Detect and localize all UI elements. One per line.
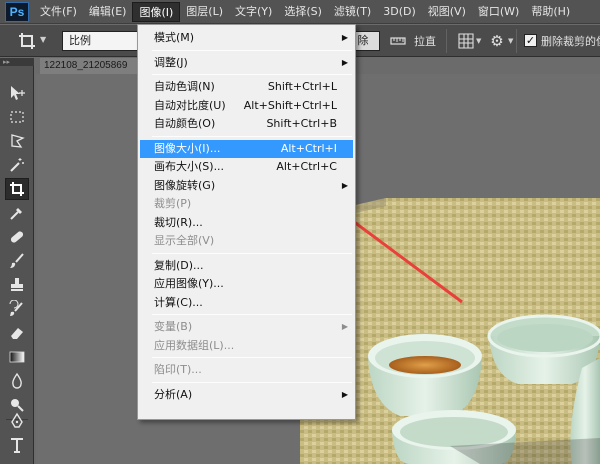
image-menu-item[interactable]: 自动色调(N) Shift+Ctrl+L [140, 78, 353, 96]
menu-item-shortcut: Alt+Shift+Ctrl+L [243, 98, 337, 112]
blur-tool-icon[interactable] [5, 370, 29, 392]
submenu-arrow-icon: ▶ [341, 180, 348, 190]
menu-separator [152, 357, 352, 358]
menu-3d[interactable]: 3D(D) [377, 2, 422, 22]
menu-item-label: 图像大小(I)... [154, 141, 221, 155]
magic-wand-tool-icon[interactable] [5, 154, 29, 176]
menu-item-label: 复制(D)... [154, 258, 204, 272]
image-menu-item[interactable]: 应用图像(Y)... [140, 275, 353, 293]
delete-cropped-checkbox[interactable]: ✓ [524, 34, 537, 47]
image-menu-item[interactable]: 计算(C)... [140, 294, 353, 312]
menu-window[interactable]: 窗口(W) [472, 2, 525, 22]
menu-help[interactable]: 帮助(H) [525, 2, 576, 22]
overlay-grid-icon[interactable] [458, 33, 474, 49]
crop-tool-icon[interactable] [5, 178, 29, 200]
image-menu-item: 应用数据组(L)... [140, 337, 353, 355]
marquee-tool-icon[interactable] [5, 106, 29, 128]
menu-item-label: 模式(M) [154, 31, 195, 44]
menu-edit[interactable]: 编辑(E) [83, 2, 133, 22]
menu-select[interactable]: 选择(S) [278, 2, 328, 22]
menu-separator [152, 314, 352, 315]
menu-item-shortcut: Shift+Ctrl+L [267, 80, 337, 93]
menu-bar: Ps 文件(F) 编辑(E) 图像(I) 图层(L) 文字(Y) 选择(S) 滤… [0, 0, 600, 24]
lasso-tool-icon[interactable] [5, 130, 29, 152]
eyedropper-tool-icon[interactable] [5, 202, 29, 224]
menu-item-label: 画布大小(S)... [154, 160, 225, 173]
gear-icon[interactable]: ⚙ [488, 32, 506, 50]
menu-item-shortcut: Alt+Ctrl+C [276, 160, 337, 173]
tools-panel: ▸▸ [0, 58, 34, 464]
menu-filter[interactable]: 滤镜(T) [328, 2, 377, 22]
document-tab[interactable]: 122108_21205869 [40, 58, 142, 74]
crop-tool-icon[interactable] [18, 32, 36, 50]
image-menu-item: 变量(B) ▶ [140, 318, 353, 336]
crop-ratio-select[interactable]: 比例 [62, 31, 138, 51]
menu-item-label: 自动色调(N) [154, 80, 215, 93]
panel-grip[interactable]: ▸▸ [0, 58, 34, 66]
menu-separator [152, 252, 352, 254]
submenu-arrow-icon: ▶ [341, 322, 348, 331]
gradient-tool-icon[interactable] [5, 346, 29, 368]
image-menu-item[interactable]: 分析(A) ▶ [140, 386, 353, 404]
clone-stamp-tool-icon[interactable] [5, 274, 29, 296]
image-menu-item[interactable]: 图像大小(I)... Alt+Ctrl+I [140, 139, 353, 158]
menu-layer[interactable]: 图层(L) [180, 2, 229, 22]
menu-item-label: 自动颜色(O) [154, 117, 216, 130]
eraser-tool-icon[interactable] [5, 322, 29, 344]
image-menu-item: 陷印(T)... [140, 361, 353, 379]
tool-preset-dropdown-icon[interactable]: ▼ [40, 35, 48, 44]
menu-view[interactable]: 视图(V) [422, 2, 472, 22]
menu-item-label: 裁切(R)... [154, 215, 203, 229]
menu-item-shortcut: Shift+Ctrl+B [266, 117, 337, 130]
move-tool-icon[interactable] [5, 82, 29, 104]
menu-item-label: 调整(J) [154, 55, 188, 69]
menu-item-label: 自动对比度(U) [154, 98, 226, 112]
image-menu-item: 显示全部(V) [140, 232, 353, 250]
menu-item-label: 显示全部(V) [154, 234, 215, 247]
pen-tool-icon[interactable] [5, 410, 29, 432]
image-menu-item[interactable]: 复制(D)... [140, 257, 353, 275]
menu-item-label: 计算(C)... [154, 295, 203, 309]
menu-separator [152, 135, 352, 137]
image-menu-dropdown: 模式(M) ▶ 调整(J) ▶ 自动色调(N) Shift+Ctrl+L 自动对比度(U) A… [137, 24, 356, 420]
submenu-arrow-icon: ▶ [341, 33, 348, 42]
menu-separator [152, 381, 352, 383]
menu-file[interactable]: 文件(F) [34, 2, 83, 22]
photoshop-logo-icon: Ps [0, 0, 34, 24]
options-divider [516, 29, 517, 53]
image-menu-item[interactable]: 自动对比度(U) Alt+Shift+Ctrl+L [140, 97, 353, 115]
history-brush-tool-icon[interactable] [5, 298, 29, 320]
menu-item-shortcut: Alt+Ctrl+I [280, 141, 337, 155]
delete-cropped-label[interactable]: 删除裁剪的像 [541, 33, 600, 49]
image-menu-item[interactable]: 模式(M) ▶ [140, 29, 353, 47]
menu-item-label: 应用图像(Y)... [154, 277, 224, 290]
straighten-label[interactable]: 拉直 [414, 33, 436, 49]
image-menu-item[interactable]: 画布大小(S)... Alt+Ctrl+C [140, 158, 353, 176]
brush-tool-icon[interactable] [5, 250, 29, 272]
submenu-arrow-icon: ▶ [341, 57, 348, 67]
menu-type[interactable]: 文字(Y) [229, 2, 278, 22]
menu-item-label: 分析(A) [154, 387, 193, 401]
menu-item-label: 应用数据组(L)... [154, 338, 235, 352]
options-divider [446, 29, 447, 53]
image-menu-item[interactable]: 自动颜色(O) Shift+Ctrl+B [140, 115, 353, 133]
menu-image[interactable]: 图像(I) [132, 1, 181, 22]
menu-item-label: 图像旋转(G) [154, 178, 216, 192]
image-menu-item[interactable]: 图像旋转(G) ▶ [140, 177, 353, 195]
overlay-dropdown-icon[interactable]: ▼ [476, 37, 481, 45]
menu-item-label: 陷印(T)... [154, 363, 202, 376]
menu-item-label: 裁剪(P) [154, 197, 192, 210]
image-menu-item: 裁剪(P) [140, 195, 353, 213]
menu-separator [152, 74, 352, 75]
submenu-arrow-icon: ▶ [341, 389, 348, 399]
menu-separator [152, 49, 352, 51]
type-tool-icon[interactable] [5, 434, 29, 456]
menu-item-label: 变量(B) [154, 320, 193, 333]
healing-brush-tool-icon[interactable] [5, 226, 29, 248]
image-menu-item[interactable]: 调整(J) ▶ [140, 54, 353, 72]
straighten-icon[interactable] [390, 34, 406, 48]
image-menu-item[interactable]: 裁切(R)... [140, 214, 353, 232]
settings-dropdown-icon[interactable]: ▼ [508, 37, 513, 45]
